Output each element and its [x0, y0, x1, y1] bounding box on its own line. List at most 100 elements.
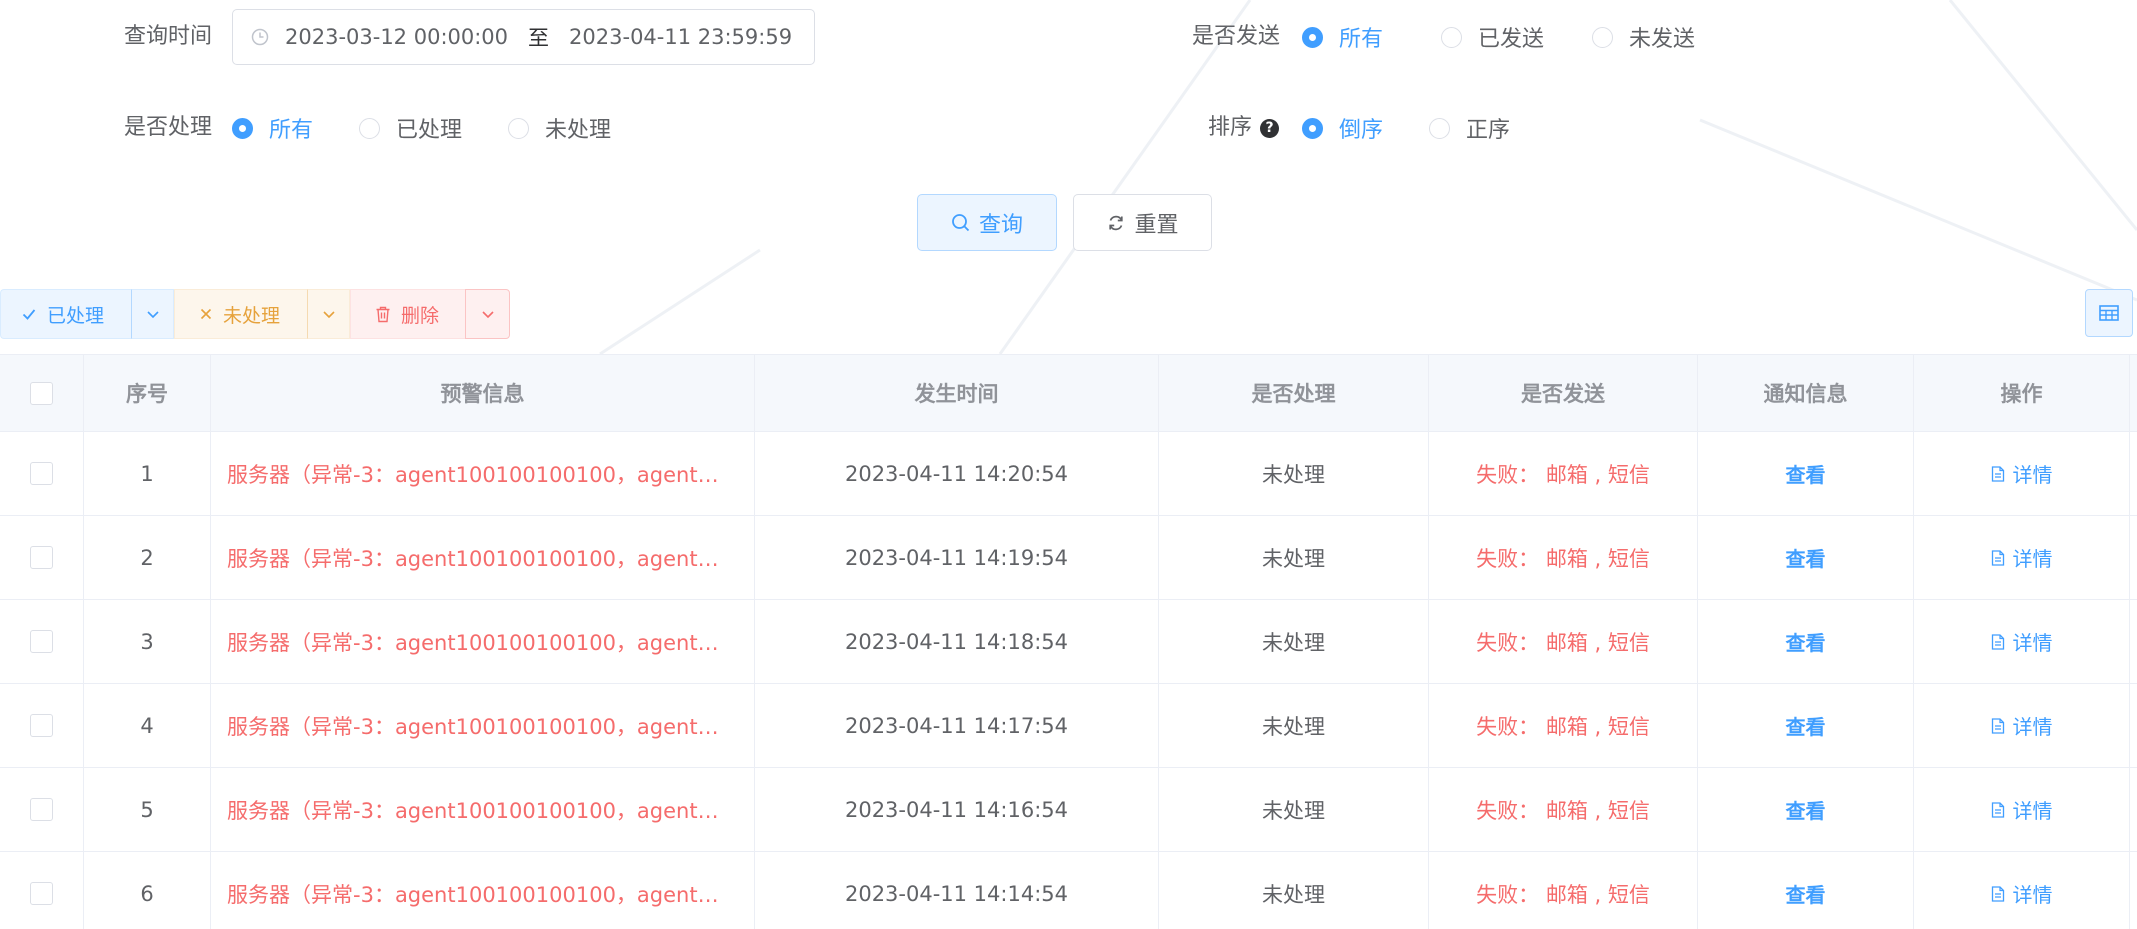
radio-sent-yes[interactable]: 已发送 [1441, 21, 1544, 53]
row-sent-status: 失败： 邮箱 , 短信 [1476, 546, 1650, 571]
row-processed: 未处理 [1159, 684, 1429, 767]
radio-processed-all[interactable]: 所有 [232, 112, 313, 144]
row-notify-cell: 查看 [1698, 600, 1914, 683]
select-all-checkbox[interactable] [30, 381, 53, 405]
row-sent-cell: 失败： 邮箱 , 短信 [1429, 432, 1698, 515]
mark-processed-button[interactable]: 已处理 [0, 289, 131, 339]
detail-link-label: 详情 [2012, 799, 2053, 823]
row-message-cell: 服务器（异常-3：agent100100100100，agent19... [211, 768, 755, 851]
detail-link-label: 详情 [2012, 463, 2053, 487]
column-header-operation: 操作 [1914, 355, 2130, 431]
row-select-cell [0, 684, 84, 767]
detail-link[interactable]: 详情 [1991, 711, 2053, 740]
row-message-cell: 服务器（异常-3：agent100100100100，agent19... [211, 684, 755, 767]
row-checkbox[interactable] [30, 630, 53, 653]
date-separator: 至 [528, 26, 550, 50]
query-button-label: 查询 [978, 212, 1023, 238]
row-operation-cell: 详情 [1914, 432, 2130, 515]
row-sent-cell: 失败： 邮箱 , 短信 [1429, 852, 1698, 929]
chevron-down-icon [322, 311, 335, 319]
row-time: 2023-04-11 14:20:54 [755, 432, 1159, 515]
radio-dot[interactable] [508, 117, 530, 139]
view-notification-link[interactable]: 查看 [1786, 795, 1826, 824]
column-toggle-button[interactable] [2085, 289, 2133, 337]
clock-icon [251, 28, 269, 46]
radio-dot[interactable] [1302, 26, 1323, 48]
row-message: 服务器（异常-3：agent100100100100，agent19... [227, 714, 727, 739]
table-columns-icon [2099, 305, 2119, 321]
table-row: 5 服务器（异常-3：agent100100100100，agent19... … [0, 768, 2137, 852]
detail-link[interactable]: 详情 [1991, 459, 2053, 488]
row-index: 4 [84, 684, 211, 767]
delete-dropdown[interactable] [465, 289, 510, 339]
detail-link[interactable]: 详情 [1991, 879, 2053, 908]
document-icon [1991, 549, 2004, 566]
radio-dot[interactable] [1441, 26, 1463, 48]
row-select-cell [0, 432, 84, 515]
header-select-all [0, 355, 84, 431]
radio-processed-no[interactable]: 未处理 [508, 112, 611, 144]
row-processed: 未处理 [1159, 768, 1429, 851]
mark-unprocessed-button[interactable]: 未处理 [174, 289, 307, 339]
row-checkbox[interactable] [30, 882, 53, 905]
row-index: 3 [84, 600, 211, 683]
radio-dot[interactable] [232, 117, 253, 139]
view-notification-link[interactable]: 查看 [1786, 627, 1826, 656]
row-select-cell [0, 852, 84, 929]
close-icon [200, 308, 212, 320]
table-row: 2 服务器（异常-3：agent100100100100，agent19... … [0, 516, 2137, 600]
question-circle-icon[interactable]: ? [1260, 118, 1280, 138]
radio-sent-all[interactable]: 所有 [1302, 21, 1383, 53]
radio-label: 未发送 [1629, 27, 1696, 52]
query-time-label: 查询时间 [124, 24, 213, 49]
radio-sent-no[interactable]: 未发送 [1592, 21, 1695, 53]
row-message: 服务器（异常-3：agent100100100100，agent19... [227, 882, 727, 907]
date-start[interactable]: 2023-03-12 00:00:00 [285, 25, 508, 49]
date-range-picker[interactable]: 2023-03-12 00:00:00 至 2023-04-11 23:59:5… [232, 9, 815, 65]
radio-dot[interactable] [359, 117, 381, 139]
view-notification-link[interactable]: 查看 [1786, 879, 1826, 908]
delete-label: 删除 [401, 304, 440, 327]
view-notification-link[interactable]: 查看 [1786, 711, 1826, 740]
date-end[interactable]: 2023-04-11 23:59:59 [569, 25, 792, 49]
row-time: 2023-04-11 14:18:54 [755, 600, 1159, 683]
mark-processed-dropdown[interactable] [131, 289, 174, 339]
view-notification-link[interactable]: 查看 [1786, 459, 1826, 488]
detail-link-label: 详情 [2012, 631, 2053, 655]
detail-link[interactable]: 详情 [1991, 627, 2053, 656]
row-checkbox[interactable] [30, 462, 53, 485]
detail-link[interactable]: 详情 [1991, 795, 2053, 824]
view-notification-link[interactable]: 查看 [1786, 543, 1826, 572]
row-checkbox[interactable] [30, 546, 53, 569]
detail-link[interactable]: 详情 [1991, 543, 2053, 572]
table-row: 6 服务器（异常-3：agent100100100100，agent19... … [0, 852, 2137, 929]
reset-button-label: 重置 [1134, 212, 1179, 238]
radio-label: 倒序 [1339, 118, 1384, 143]
row-notify-cell: 查看 [1698, 768, 1914, 851]
radio-label: 正序 [1466, 118, 1511, 143]
delete-button[interactable]: 删除 [350, 289, 465, 339]
mark-unprocessed-dropdown[interactable] [307, 289, 350, 339]
row-index: 1 [84, 432, 211, 515]
row-message: 服务器（异常-3：agent100100100100，agent19... [227, 798, 727, 823]
row-message-cell: 服务器（异常-3：agent100100100100，agent19... [211, 600, 755, 683]
radio-dot[interactable] [1302, 117, 1323, 139]
mark-processed-label: 已处理 [47, 304, 105, 327]
row-checkbox[interactable] [30, 798, 53, 821]
radio-processed-yes[interactable]: 已处理 [359, 112, 462, 144]
reset-button[interactable]: 重置 [1073, 194, 1212, 251]
radio-sort-desc[interactable]: 倒序 [1302, 112, 1383, 144]
row-sent-status: 失败： 邮箱 , 短信 [1476, 882, 1650, 907]
radio-label: 所有 [1339, 27, 1384, 52]
chevron-down-icon [481, 311, 494, 319]
row-time: 2023-04-11 14:19:54 [755, 516, 1159, 599]
mark-unprocessed-label: 未处理 [223, 304, 281, 327]
radio-sort-asc[interactable]: 正序 [1429, 112, 1510, 144]
radio-dot[interactable] [1429, 117, 1451, 139]
row-checkbox[interactable] [30, 714, 53, 737]
row-index: 2 [84, 516, 211, 599]
radio-dot[interactable] [1592, 26, 1614, 48]
query-button[interactable]: 查询 [917, 194, 1057, 251]
row-sent-cell: 失败： 邮箱 , 短信 [1429, 600, 1698, 683]
document-icon [1991, 633, 2004, 650]
